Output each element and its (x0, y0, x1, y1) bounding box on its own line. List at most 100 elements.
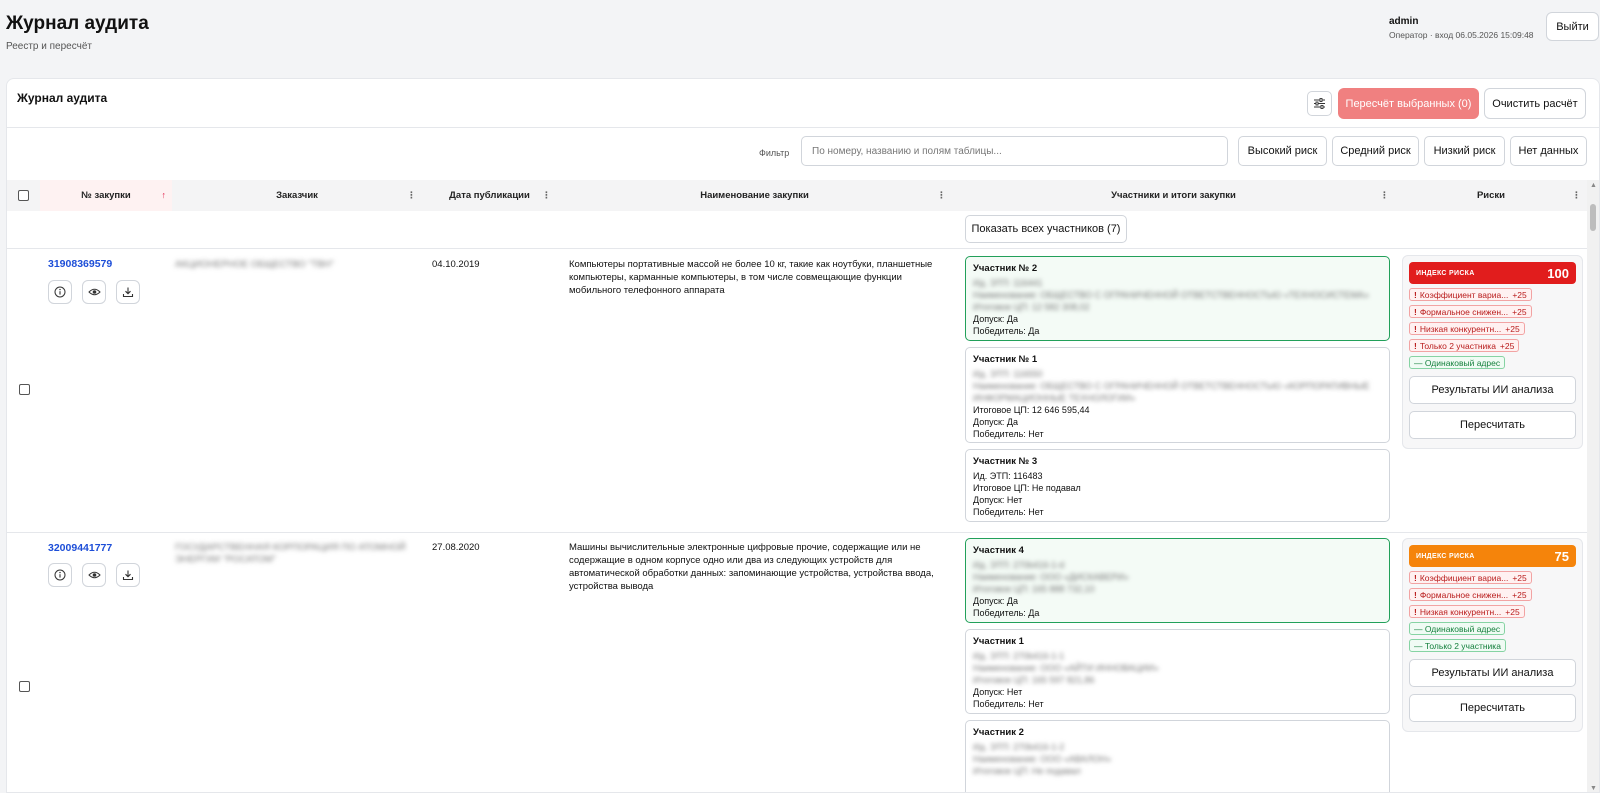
recalculate-button[interactable]: Пересчитать (1409, 411, 1576, 439)
participant-details-hidden: Наименование: ООО «АВАЛОН» (973, 754, 1112, 764)
row-checkbox[interactable] (19, 384, 30, 395)
participant-details-hidden: Итоговое ЦП: 165 597 821,86 (973, 675, 1095, 685)
column-number-label: № закупки (81, 190, 131, 201)
download-icon (122, 287, 134, 298)
table-row: 31908369579 АКЦИОНЕРНОЕ ОБЩЕСТВО "ТВН" 0… (7, 249, 1587, 532)
participant-details-hidden: Наименование: ООО «АЙТИ ИННОВАЦИИ» (973, 663, 1159, 673)
risk-tag-label: Коэффициент вариа... (1419, 289, 1509, 300)
warning-icon: ! (1414, 323, 1417, 334)
risk-tag: ! Коэффициент вариа... +25 (1409, 288, 1532, 301)
column-settings-button[interactable] (1307, 91, 1332, 116)
view-button[interactable] (82, 563, 106, 587)
risk-tags: ! Коэффициент вариа... +25 ! Формальное сни… (1409, 284, 1576, 369)
scroll-down-icon[interactable]: ▼ (1590, 785, 1597, 792)
sort-icon: ⋮ (1572, 190, 1581, 200)
info-icon (54, 286, 66, 298)
filter-input[interactable] (801, 136, 1228, 166)
download-button[interactable] (116, 563, 140, 587)
participant-etp-id: Ид. ЭТП: 116483 (973, 471, 1043, 481)
scroll-thumb[interactable] (1590, 204, 1596, 231)
participant-winner-flag: Победитель: Нет (973, 507, 1044, 517)
eye-icon (87, 571, 101, 579)
view-button[interactable] (82, 280, 106, 304)
column-date[interactable]: Дата публикации ⋮ (422, 180, 557, 211)
risk-tag: ! Низкая конкурентн... +25 (1409, 322, 1525, 335)
procurement-number-link[interactable]: 32009441777 (48, 542, 112, 554)
risk-tag-label: Низкая конкурентн... (1419, 606, 1502, 617)
participant-admission: Допуск: Да (973, 417, 1019, 427)
filter-high-risk-button[interactable]: Высокий риск (1238, 136, 1327, 166)
participant-details-hidden: Ид. ЭТП: 270b416-1-2 (973, 742, 1065, 752)
publication-date: 27.08.2020 (432, 542, 480, 553)
show-all-participants-button[interactable]: Показать всех участников (7) (965, 215, 1127, 243)
ai-analysis-results-button[interactable]: Результаты ИИ анализа (1409, 376, 1576, 404)
participant-title: Участник 4 (973, 545, 1024, 556)
risk-tag: ! Формальное снижен... +25 (1409, 305, 1532, 318)
column-number[interactable]: № закупки ↑ (40, 180, 172, 211)
risk-tag-label: — Одинаковый адрес (1414, 623, 1501, 634)
download-button[interactable] (116, 280, 140, 304)
risk-tag-label: — Только 2 участника (1414, 640, 1501, 651)
recalc-selected-button[interactable]: Пересчёт выбранных (0) (1338, 88, 1479, 119)
risk-tag-points: +25 (1505, 606, 1520, 617)
column-name[interactable]: Наименование закупки ⋮ (557, 180, 952, 211)
clear-calculation-button[interactable]: Очистить расчёт (1484, 88, 1586, 119)
participant-admission: Допуск: Нет (973, 495, 1023, 505)
column-customer-label: Заказчик (276, 190, 318, 201)
risk-tag-label: Коэффициент вариа... (1419, 572, 1509, 583)
info-button[interactable] (48, 280, 72, 304)
participant-card: Участник 1 Ид. ЭТП: 270b416-1-1 Наименов… (965, 629, 1390, 714)
table-row: 32009441777 ГОСУДАРСТВЕННАЯ КОРПОРАЦИЯ П… (7, 533, 1587, 792)
risk-tag-points: +25 (1499, 340, 1515, 351)
procurement-number-link[interactable]: 31908369579 (48, 258, 112, 270)
audit-journal-card: Журнал аудита Пересчёт выбранных (0) Очи… (6, 78, 1600, 793)
top-bar: Журнал аудита Реестр и пересчёт admin Оп… (0, 0, 1600, 70)
eye-icon (87, 288, 101, 296)
sort-icon: ⋮ (937, 190, 946, 200)
risk-tag-label: Формальное снижен... (1419, 306, 1509, 317)
column-risks[interactable]: Риски ⋮ (1395, 180, 1587, 211)
risk-index-badge: ИНДЕКС РИСКА 100 (1409, 262, 1576, 284)
publication-date: 04.10.2019 (432, 259, 480, 270)
scroll-up-icon[interactable]: ▲ (1590, 182, 1597, 189)
warning-icon: ! (1414, 306, 1417, 317)
risk-tag: ! Низкая конкурентн... +25 (1409, 605, 1525, 618)
risk-tag-label: Только 2 участника (1419, 340, 1496, 351)
info-button[interactable] (48, 563, 72, 587)
participant-details-hidden: Итоговое ЦП: 12 582 308,02 (973, 302, 1090, 312)
risk-index-value: 100 (1547, 265, 1569, 281)
participant-card: Участник 2 Ид. ЭТП: 270b416-1-2 Наименов… (965, 720, 1390, 792)
risk-tag-label: — Одинаковый адрес (1414, 357, 1501, 368)
sliders-icon (1314, 98, 1325, 109)
column-date-label: Дата публикации (449, 190, 530, 201)
filter-medium-risk-button[interactable]: Средний риск (1332, 136, 1419, 166)
participant-title: Участник № 1 (973, 354, 1038, 365)
risk-tag: ! Коэффициент вариа... +25 (1409, 571, 1532, 584)
row-checkbox[interactable] (19, 681, 30, 692)
risk-tag: ! Только 2 участника +25 (1409, 339, 1520, 352)
risk-tag-points: +25 (1512, 289, 1527, 300)
customer-name: АКЦИОНЕРНОЕ ОБЩЕСТВО "ТВН" (175, 259, 334, 270)
column-participants[interactable]: Участники и итоги закупки ⋮ (952, 180, 1395, 211)
participant-details-hidden: Ид. ЭТП: 116550 (973, 369, 1043, 379)
column-name-label: Наименование закупки (700, 190, 809, 201)
warning-icon: ! (1414, 572, 1417, 583)
filter-low-risk-button[interactable]: Низкий риск (1424, 136, 1505, 166)
warning-icon: ! (1414, 589, 1417, 600)
logout-button[interactable]: Выйти (1546, 12, 1599, 41)
filter-no-data-button[interactable]: Нет данных (1510, 136, 1587, 166)
column-customer[interactable]: Заказчик ⋮ (172, 180, 422, 211)
participant-admission: Допуск: Да (973, 314, 1019, 324)
risk-panel: ИНДЕКС РИСКА 100 ! Коэффициент вариа... +2… (1402, 255, 1583, 449)
table-scrollbar[interactable]: ▲ ▼ (1587, 180, 1599, 792)
recalculate-button[interactable]: Пересчитать (1409, 694, 1576, 722)
user-name: admin (1389, 16, 1419, 27)
filter-label: Фильтр (759, 148, 790, 158)
risk-tags: ! Коэффициент вариа... +25 ! Формальное сни… (1409, 567, 1576, 652)
participant-card: Участник № 3 Ид. ЭТП: 116483 Итоговое ЦП… (965, 449, 1390, 522)
ai-analysis-results-button[interactable]: Результаты ИИ анализа (1409, 659, 1576, 687)
participant-winner-flag: Победитель: Нет (973, 699, 1044, 709)
warning-icon: ! (1414, 340, 1417, 351)
page-subtitle: Реестр и пересчёт (6, 41, 92, 52)
select-all-checkbox[interactable] (18, 190, 29, 201)
